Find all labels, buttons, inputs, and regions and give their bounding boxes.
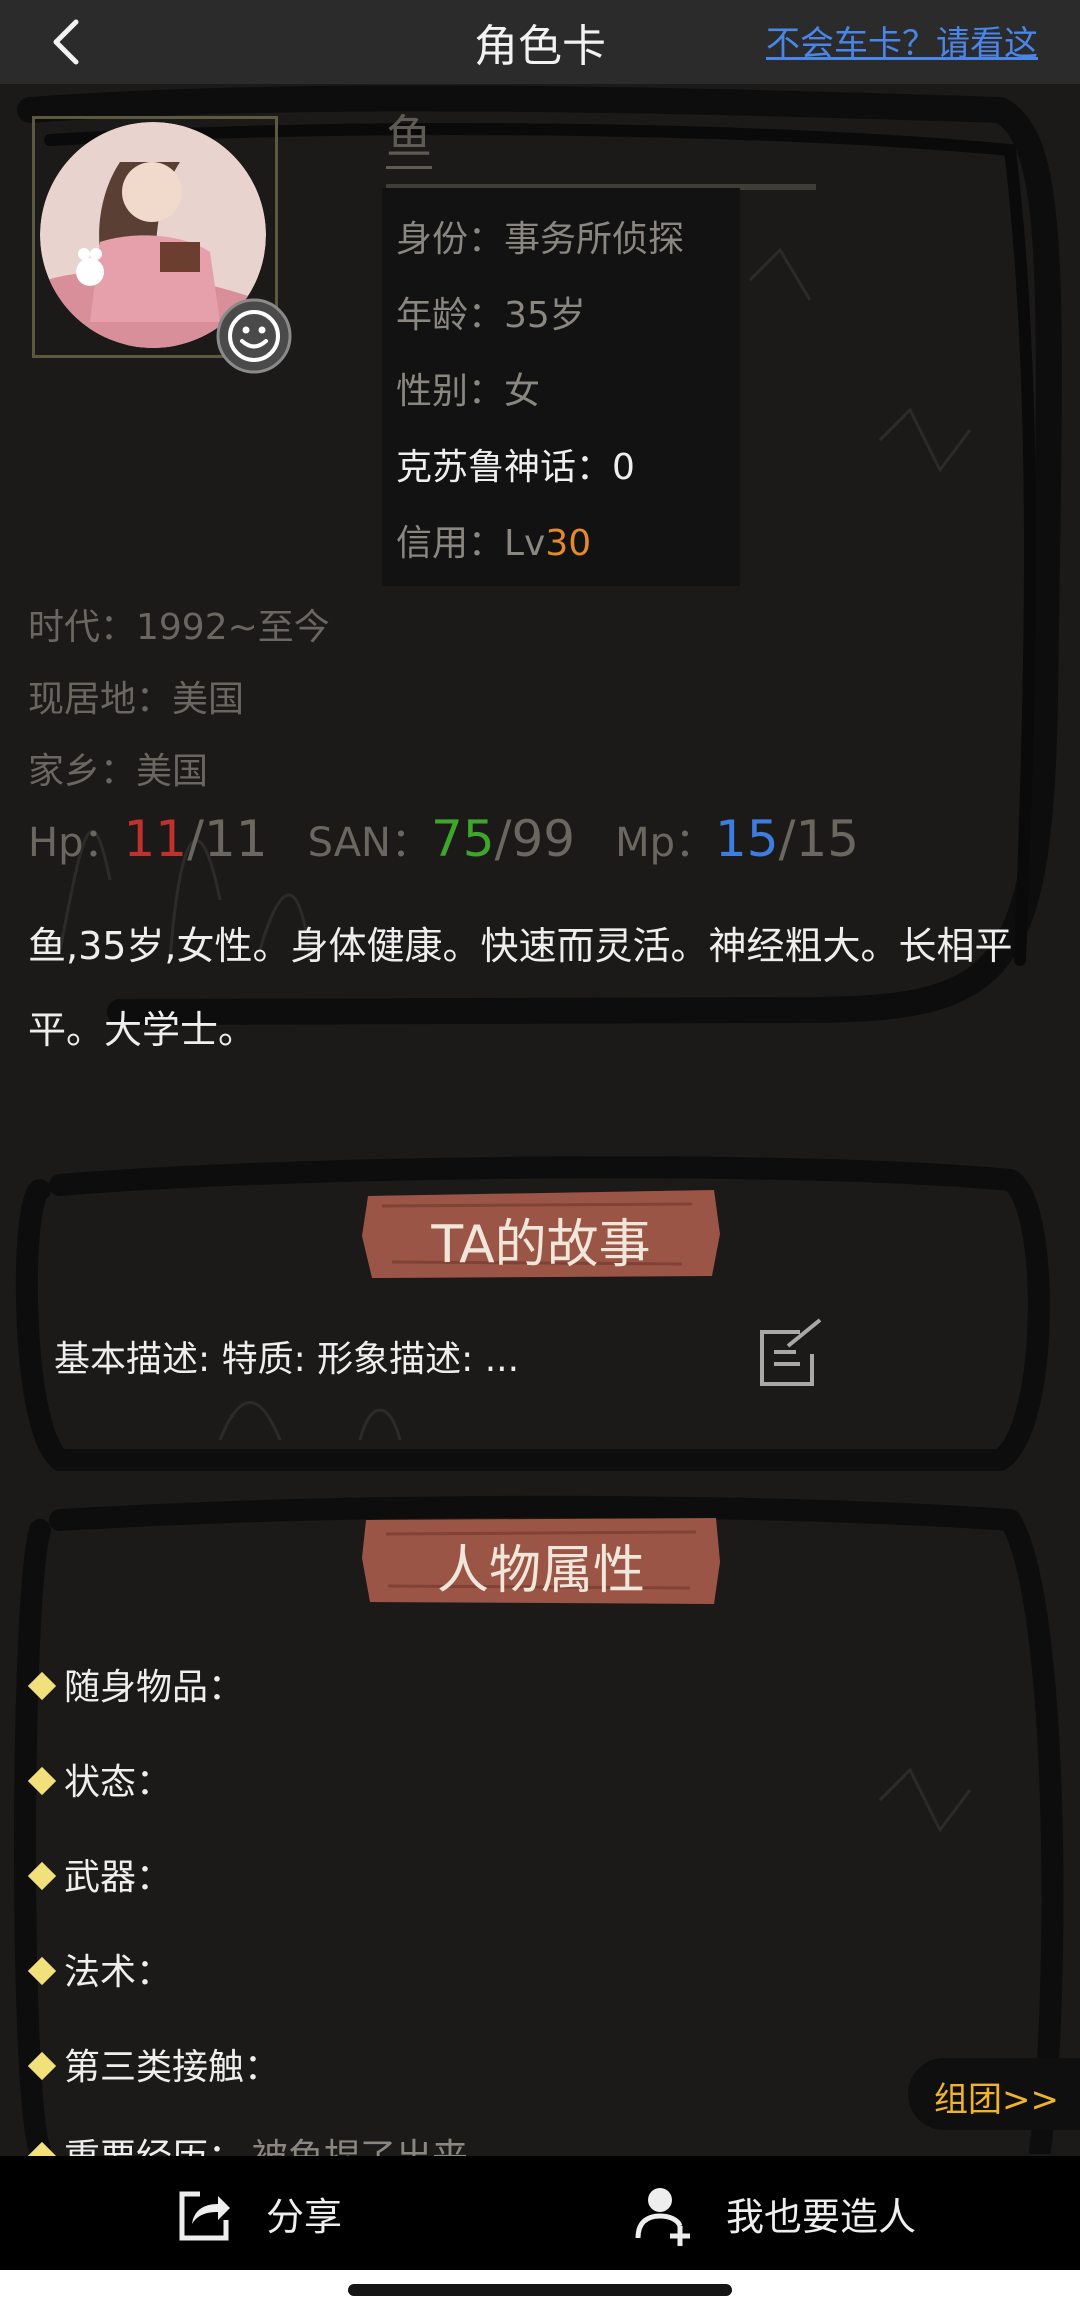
attribute-item[interactable]: 状态：	[26, 1753, 180, 1805]
share-icon	[179, 2191, 230, 2241]
character-name: 鱼	[386, 108, 432, 169]
bottom-bar: 分享 我也要造人	[0, 2156, 1080, 2270]
attributes-banner: 人物属性	[362, 1512, 720, 1606]
diamond-bullet-icon	[27, 1766, 57, 1796]
attributes-title: 人物属性	[436, 1541, 645, 1601]
diamond-bullet-icon	[27, 1671, 57, 1701]
team-up-button[interactable]: 组团>>	[908, 2058, 1080, 2130]
team-up-label: 组团>>	[934, 2080, 1059, 2120]
residence-text: 现居地：美国	[28, 679, 245, 720]
attribute-label: 随身物品：	[64, 1667, 245, 1708]
attribute-label: 法术：	[64, 1952, 173, 1993]
credit-value: 30	[545, 523, 592, 564]
credit-label: 信用：Lv	[396, 523, 546, 564]
home-indicator[interactable]	[348, 2284, 732, 2296]
character-description: 鱼,35岁,女性。身体健康。快速而灵活。神经粗大。长相平平。大学士。	[28, 924, 1013, 1052]
san-max: /99	[494, 810, 576, 868]
credit-rating: 信用：Lv30	[396, 514, 591, 566]
story-banner: TA的故事	[362, 1186, 720, 1280]
header-bar: 角色卡 不会车卡？请看这	[0, 0, 1080, 84]
hp-label: Hp：	[28, 820, 124, 866]
gender-text: 性别：女	[396, 371, 541, 412]
attribute-item[interactable]: 武器：	[26, 1848, 180, 1900]
cthulhu-mythos-text: 克苏鲁神话：0	[396, 447, 635, 488]
create-character-button[interactable]: 我也要造人	[620, 2174, 950, 2254]
story-text[interactable]: 基本描述: 特质: 形象描述: ...	[54, 1330, 519, 1382]
stats-row: Hp：11/11 SAN：75/99 Mp：15/15	[28, 810, 859, 868]
diamond-bullet-icon	[27, 1861, 57, 1891]
attribute-item[interactable]: 随身物品：	[26, 1658, 252, 1710]
home-indicator-area	[0, 2270, 1080, 2315]
mp-current: 15	[714, 810, 779, 868]
hp-max: /11	[187, 810, 268, 868]
san-label: SAN：	[307, 820, 431, 866]
edit-icon[interactable]	[748, 1318, 828, 1398]
add-user-icon	[635, 2188, 690, 2246]
share-button[interactable]: 分享	[160, 2174, 420, 2254]
attribute-label: 状态：	[64, 1762, 173, 1803]
mp-max: /15	[778, 810, 860, 868]
hp-current: 11	[123, 810, 188, 868]
attribute-label: 第三类接触：	[64, 2047, 281, 2088]
share-label: 分享	[266, 2195, 343, 2239]
san-current: 75	[430, 810, 495, 868]
era-text: 时代：1992~至今	[28, 607, 330, 648]
attribute-item[interactable]: 第三类接触：	[26, 2038, 288, 2090]
age-text: 年龄：35岁	[396, 295, 586, 336]
diamond-bullet-icon	[27, 2051, 57, 2081]
diamond-bullet-icon	[27, 1956, 57, 1986]
help-link[interactable]: 不会车卡？请看这	[766, 16, 1038, 65]
create-label: 我也要造人	[726, 2195, 917, 2239]
hometown-text: 家乡：美国	[28, 751, 209, 792]
emoji-icon[interactable]	[214, 296, 294, 376]
mp-label: Mp：	[615, 820, 715, 866]
story-title: TA的故事	[431, 1215, 651, 1275]
identity-text: 身份：事务所侦探	[396, 219, 685, 260]
attribute-item[interactable]: 法术：	[26, 1943, 180, 1995]
attribute-label: 武器：	[64, 1857, 173, 1898]
